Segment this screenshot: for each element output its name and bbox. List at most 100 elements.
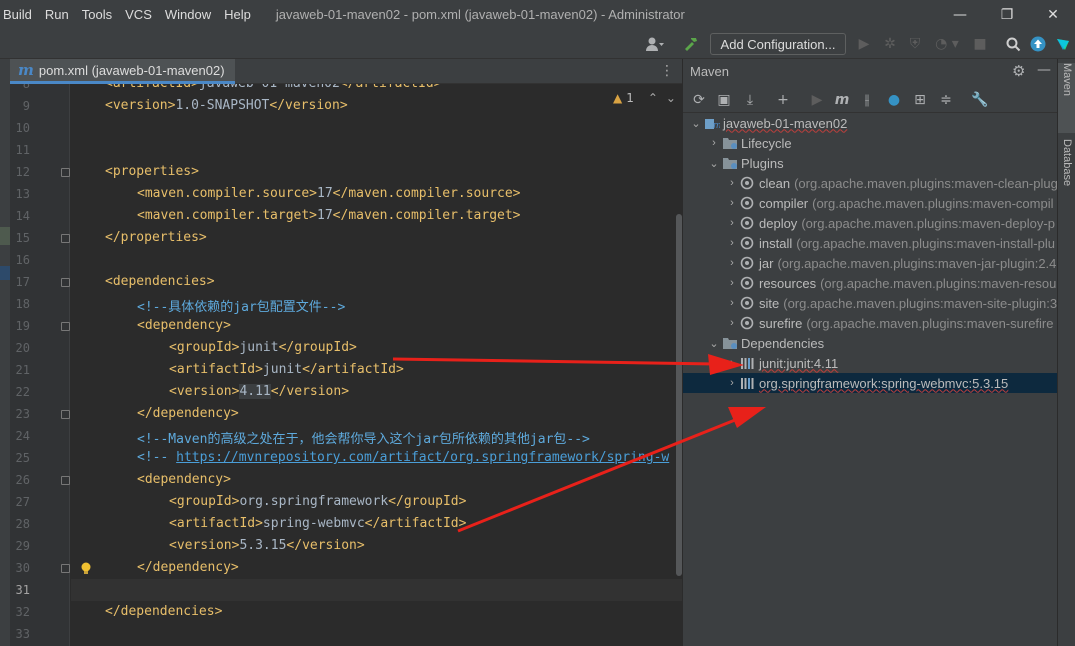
menu-window[interactable]: Window xyxy=(165,7,211,22)
side-tab-maven[interactable]: Maven xyxy=(1058,63,1075,133)
folder-icon xyxy=(722,136,738,150)
tree-node-plugin-compiler[interactable]: › compiler (org.apache.maven.plugins:maven… xyxy=(683,193,1058,213)
execute-goal-icon[interactable]: m xyxy=(833,90,851,110)
tree-node-plugins[interactable]: ⌄ Plugins xyxy=(683,153,1058,173)
tree-node-plugin-site[interactable]: › site (org.apache.maven.plugins:maven-sit… xyxy=(683,293,1058,313)
fold-marker-icon[interactable] xyxy=(61,234,70,243)
fold-marker-icon[interactable] xyxy=(61,168,70,177)
svg-text:m: m xyxy=(713,121,720,130)
tree-node-dependency-spring-webmvc[interactable]: › org.springframework:spring-webmvc:5.3.1… xyxy=(683,373,1058,393)
line-number: 26 xyxy=(15,473,30,487)
download-icon[interactable]: ⤓ xyxy=(741,90,759,110)
chevron-right-icon[interactable]: › xyxy=(724,277,740,289)
line-number: 30 xyxy=(15,561,30,575)
chevron-right-icon[interactable]: › xyxy=(724,217,740,229)
chevron-down-icon[interactable]: ⌄ xyxy=(706,157,722,170)
chevron-right-icon[interactable]: › xyxy=(724,377,740,389)
maximize-button[interactable]: ❐ xyxy=(984,0,1030,29)
line-number: 15 xyxy=(15,231,30,245)
line-number: 27 xyxy=(15,495,30,509)
chevron-right-icon[interactable]: › xyxy=(724,357,740,369)
menu-vcs[interactable]: VCS xyxy=(125,7,152,22)
jetbrains-logo-icon[interactable] xyxy=(1054,35,1072,53)
toggle-offline-icon[interactable]: ⫲ xyxy=(858,90,876,110)
chevron-right-icon[interactable]: › xyxy=(706,137,722,149)
chevron-right-icon[interactable]: › xyxy=(724,317,740,329)
chevron-right-icon[interactable]: › xyxy=(724,177,740,189)
close-button[interactable]: ✕ xyxy=(1030,0,1075,29)
plugin-icon xyxy=(740,216,756,230)
chevron-down-icon[interactable]: ⌄ xyxy=(688,117,704,130)
tab-options-icon[interactable]: ⋮ xyxy=(660,63,674,79)
gear-icon[interactable]: ⚙ xyxy=(1012,62,1025,80)
collapse-all-icon[interactable]: ≑ xyxy=(937,90,955,110)
tree-node-project[interactable]: ⌄ mjavaweb-01-maven02 xyxy=(683,113,1058,133)
main-toolbar: Add Configuration... ▶ ✲ ⛨ ◔ ▾ ■ xyxy=(0,29,1075,59)
user-icon[interactable] xyxy=(643,35,667,53)
hide-panel-icon[interactable]: — xyxy=(1037,62,1051,78)
chevron-right-icon[interactable]: › xyxy=(724,237,740,249)
tree-node-plugin-clean[interactable]: › clean (org.apache.maven.plugins:maven-cl… xyxy=(683,173,1058,193)
tree-node-dependency-junit[interactable]: › junit:junit:4.11 xyxy=(683,353,1058,373)
fold-marker-icon[interactable] xyxy=(61,322,70,331)
menu-help[interactable]: Help xyxy=(224,7,251,22)
fold-marker-icon[interactable] xyxy=(61,564,70,573)
profile-icon[interactable]: ◔ ▾ xyxy=(931,35,963,53)
stop-icon[interactable]: ■ xyxy=(971,35,989,53)
maven-title: Maven xyxy=(690,64,730,79)
menu-tools[interactable]: Tools xyxy=(82,7,112,22)
chevron-right-icon[interactable]: › xyxy=(724,257,740,269)
code-line: <version>1.0-SNAPSHOT</version> xyxy=(105,98,348,113)
run-maven-icon[interactable]: ▶ xyxy=(808,90,826,110)
tree-node-detail: (org.apache.maven.plugins:maven-surefire xyxy=(806,315,1054,331)
fold-marker-icon[interactable] xyxy=(61,476,70,485)
tab-pom-xml[interactable]: m pom.xml (javaweb-01-maven02) xyxy=(10,59,235,84)
plugin-icon xyxy=(740,176,756,190)
plugin-icon xyxy=(740,196,756,210)
debug-icon[interactable]: ✲ xyxy=(881,35,899,53)
line-number: 9 xyxy=(22,99,30,113)
tree-node-plugin-surefire[interactable]: › surefire (org.apache.maven.plugins:maven… xyxy=(683,313,1058,333)
menu-build[interactable]: Build xyxy=(3,7,32,22)
coverage-icon[interactable]: ⛨ xyxy=(906,35,924,53)
chevron-down-icon[interactable]: ⌄ xyxy=(706,337,722,350)
reload-icon[interactable]: ⟳ xyxy=(690,90,708,110)
fold-marker-icon[interactable] xyxy=(61,410,70,419)
skip-tests-icon[interactable]: ● xyxy=(885,90,903,110)
code-line: </dependencies> xyxy=(105,604,223,619)
chevron-right-icon[interactable]: › xyxy=(724,197,740,209)
show-dependencies-icon[interactable]: ⊞ xyxy=(911,90,929,110)
tree-node-label: deploy xyxy=(759,215,798,231)
run-icon[interactable]: ▶ xyxy=(855,35,873,53)
left-strip-marker xyxy=(0,266,10,280)
generate-sources-icon[interactable]: ▣ xyxy=(715,90,733,110)
add-icon[interactable]: + xyxy=(774,90,792,110)
search-icon[interactable] xyxy=(1004,35,1022,53)
add-configuration-button[interactable]: Add Configuration... xyxy=(710,33,846,55)
tree-node-dependencies[interactable]: ⌄ Dependencies xyxy=(683,333,1058,353)
warning-count: 1 xyxy=(626,91,634,105)
lightbulb-icon[interactable] xyxy=(80,562,92,576)
side-tab-database[interactable]: Database xyxy=(1058,139,1075,219)
tree-node-label: Dependencies xyxy=(741,335,825,351)
inspection-widget[interactable]: ▲ 1 ⌃⌄ xyxy=(613,91,682,105)
build-hammer-icon[interactable] xyxy=(682,35,700,53)
left-strip-marker xyxy=(0,227,10,245)
update-icon[interactable] xyxy=(1029,35,1047,53)
minimize-button[interactable]: — xyxy=(937,0,983,29)
code-editor[interactable]: 8 9 10 11 12 13 14 15 16 17 18 19 20 21 22 23 24 25 26 27 28… xyxy=(10,84,682,646)
chevron-right-icon[interactable]: › xyxy=(724,297,740,309)
tree-node-plugin-deploy[interactable]: › deploy (org.apache.maven.plugins:maven-d… xyxy=(683,213,1058,233)
tree-node-plugin-install[interactable]: › install (org.apache.maven.plugins:maven-… xyxy=(683,233,1058,253)
tree-node-plugin-jar[interactable]: › jar (org.apache.maven.plugins:maven-jar-… xyxy=(683,253,1058,273)
navigate-arrows-icon[interactable]: ⌃⌄ xyxy=(648,91,682,105)
wrench-icon[interactable]: 🔧 xyxy=(971,90,989,110)
tree-node-lifecycle[interactable]: › Lifecycle xyxy=(683,133,1058,153)
tab-label: pom.xml (javaweb-01-maven02) xyxy=(38,62,225,78)
tree-node-plugin-resources[interactable]: › resources (org.apache.maven.plugins:mave… xyxy=(683,273,1058,293)
line-number: 17 xyxy=(15,275,30,289)
fold-marker-icon[interactable] xyxy=(61,278,70,287)
tree-node-label: resources xyxy=(759,275,817,291)
lib-icon xyxy=(740,376,756,390)
menu-run[interactable]: Run xyxy=(45,7,69,22)
